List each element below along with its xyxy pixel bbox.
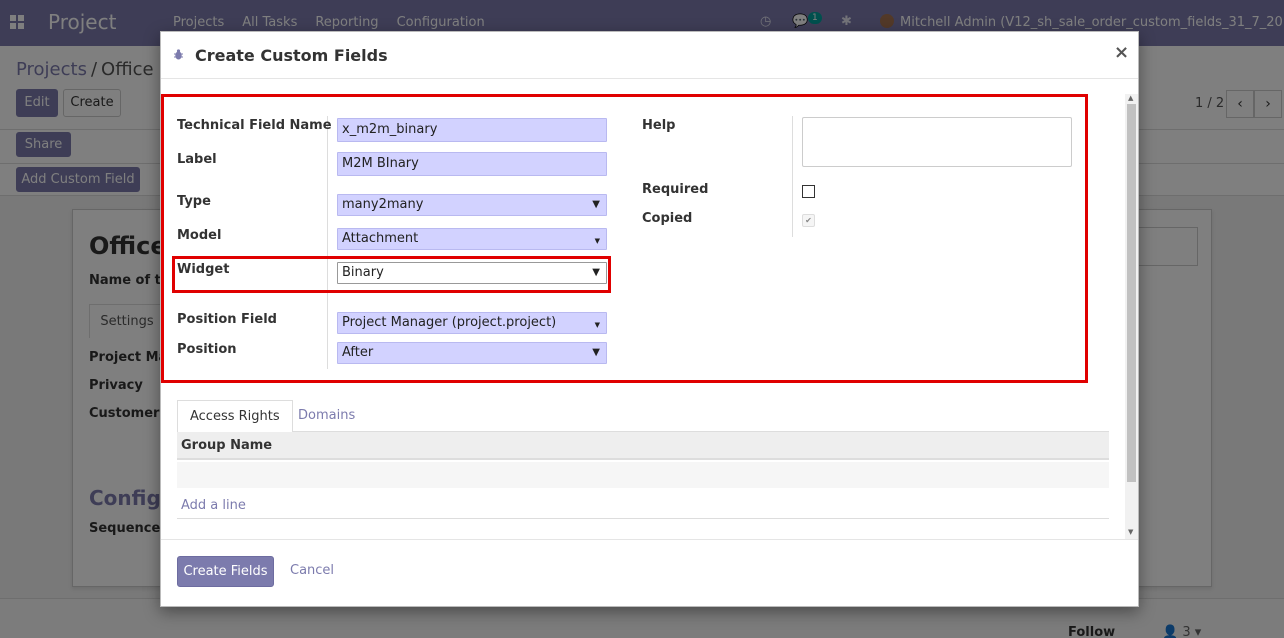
- debug-bug-icon: [174, 49, 183, 60]
- close-icon[interactable]: ×: [1114, 42, 1129, 63]
- modal-footer: Create Fields Cancel: [161, 539, 1138, 607]
- modal-body: Technical Field Name x_m2m_binary Label …: [161, 80, 1138, 539]
- table-row: [177, 462, 1109, 488]
- scrollbar-thumb[interactable]: [1127, 104, 1136, 482]
- group-table-header: Group Name: [177, 432, 1109, 460]
- divider: [177, 518, 1109, 519]
- notebook-tabs: Access Rights Domains: [177, 400, 1109, 433]
- tab-domains[interactable]: Domains: [286, 400, 367, 433]
- add-line-link[interactable]: Add a line: [181, 498, 246, 513]
- highlight-box-fields: [161, 94, 1088, 383]
- highlight-box-widget: [172, 256, 611, 293]
- scroll-up-icon[interactable]: ▲: [1128, 94, 1133, 102]
- scroll-down-icon[interactable]: ▼: [1128, 528, 1133, 536]
- modal-scrollbar[interactable]: ▲ ▼: [1125, 94, 1138, 539]
- cancel-button[interactable]: Cancel: [290, 563, 334, 578]
- modal-header: Create Custom Fields ×: [161, 32, 1138, 79]
- create-custom-fields-dialog: Create Custom Fields × Technical Field N…: [160, 31, 1139, 607]
- group-name-column-header[interactable]: Group Name: [181, 438, 272, 453]
- tab-access-rights[interactable]: Access Rights: [177, 400, 293, 433]
- create-fields-button[interactable]: Create Fields: [177, 556, 274, 587]
- modal-title: Create Custom Fields: [195, 46, 388, 65]
